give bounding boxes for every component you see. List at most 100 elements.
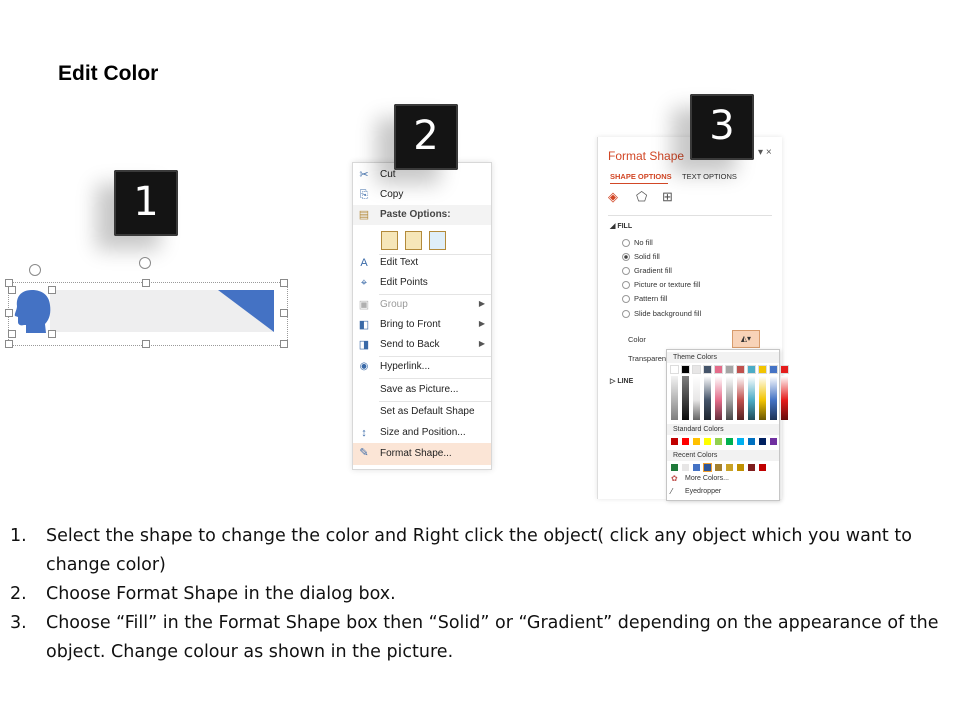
color-picker-button[interactable]: ◭▾ — [732, 330, 760, 348]
standard-color-swatch[interactable] — [748, 438, 755, 445]
theme-shade-swatches[interactable] — [781, 376, 788, 420]
theme-color-swatch[interactable] — [725, 365, 734, 374]
standard-color-swatch[interactable] — [726, 438, 733, 445]
step-badge-3: 3 — [690, 94, 754, 160]
rotate-handle-icon[interactable] — [139, 257, 151, 269]
resize-handle[interactable] — [280, 279, 288, 287]
submenu-arrow-icon: ▶ — [478, 319, 485, 328]
theme-color-swatch[interactable] — [780, 365, 789, 374]
recent-color-swatch[interactable] — [671, 464, 678, 471]
theme-shade-swatches[interactable] — [671, 376, 678, 420]
paint-bucket-icon: ◭▾ — [740, 334, 752, 343]
theme-shade-swatches[interactable] — [693, 376, 700, 420]
theme-shade-swatches[interactable] — [704, 376, 711, 420]
radio-gradient-fill[interactable]: Gradient fill — [622, 266, 672, 278]
menu-item-edit-points[interactable]: ⌖ Edit Points — [353, 273, 491, 293]
fill-section-header[interactable]: ◢ FILL — [610, 222, 632, 230]
effects-icon[interactable]: ⬠ — [636, 189, 647, 205]
recent-color-swatch[interactable] — [726, 464, 733, 471]
menu-item-format-shape[interactable]: ✎ Format Shape... — [353, 443, 491, 465]
radio-button[interactable] — [622, 267, 630, 276]
pane-options-icon[interactable]: ▾ — [758, 147, 763, 158]
theme-shade-swatches[interactable] — [759, 376, 766, 420]
theme-shade-swatches[interactable] — [737, 376, 744, 420]
pane-controls: ▾ × — [758, 147, 772, 158]
radio-picture-fill[interactable]: Picture or texture fill — [622, 280, 700, 292]
instruction-list: 1. Select the shape to change the color … — [10, 522, 940, 667]
menu-item-set-default-shape[interactable]: Set as Default Shape — [353, 402, 491, 422]
recent-color-swatch[interactable] — [737, 464, 744, 471]
standard-color-swatch[interactable] — [759, 438, 766, 445]
theme-shade-swatches[interactable] — [715, 376, 722, 420]
resize-handle[interactable] — [142, 279, 150, 287]
menu-item-edit-text[interactable]: A Edit Text — [353, 253, 491, 273]
recent-color-swatch[interactable] — [693, 464, 700, 471]
theme-shade-swatches[interactable] — [748, 376, 755, 420]
menu-item-bring-to-front[interactable]: ◧ Bring to Front ▶ — [353, 315, 491, 335]
line-section-header[interactable]: ▷ LINE — [610, 377, 633, 385]
theme-color-swatch[interactable] — [670, 365, 679, 374]
standard-color-swatch[interactable] — [682, 438, 689, 445]
scissors-icon: ✂ — [359, 169, 369, 181]
theme-color-swatch[interactable] — [714, 365, 723, 374]
theme-color-swatch[interactable] — [769, 365, 778, 374]
resize-handle[interactable] — [8, 330, 16, 338]
eyedropper-link[interactable]: Eyedropper — [685, 488, 721, 495]
menu-item-save-as-picture[interactable]: Save as Picture... — [353, 380, 491, 400]
standard-color-swatch[interactable] — [693, 438, 700, 445]
theme-color-swatch[interactable] — [747, 365, 756, 374]
menu-item-copy[interactable]: ⎘ Copy — [353, 185, 491, 205]
theme-shade-swatches[interactable] — [682, 376, 689, 420]
resize-handle[interactable] — [280, 309, 288, 317]
menu-item-paste-options: ▤ Paste Options: — [353, 205, 491, 225]
resize-handle[interactable] — [48, 330, 56, 338]
close-icon[interactable]: × — [766, 147, 772, 158]
radio-button[interactable] — [622, 310, 630, 319]
recent-color-swatch[interactable] — [703, 463, 712, 472]
radio-slide-background-fill[interactable]: Slide background fill — [622, 309, 701, 321]
more-colors-link[interactable]: More Colors... — [685, 475, 729, 482]
theme-color-swatch[interactable] — [703, 365, 712, 374]
fill-line-icon[interactable]: ◈ — [608, 189, 618, 205]
theme-shade-swatches[interactable] — [726, 376, 733, 420]
recent-color-swatch[interactable] — [682, 464, 689, 471]
resize-handle[interactable] — [280, 340, 288, 348]
menu-item-hyperlink[interactable]: ◉ Hyperlink... — [353, 357, 491, 377]
paste-keep-format-icon[interactable] — [381, 231, 398, 250]
radio-button[interactable] — [622, 239, 630, 248]
standard-color-swatch[interactable] — [770, 438, 777, 445]
radio-pattern-fill[interactable]: Pattern fill — [622, 294, 667, 306]
menu-item-size-position[interactable]: ↕ Size and Position... — [353, 423, 491, 443]
recent-color-swatch[interactable] — [748, 464, 755, 471]
recent-color-swatch[interactable] — [759, 464, 766, 471]
theme-color-swatch[interactable] — [758, 365, 767, 374]
copy-icon: ⎘ — [359, 189, 369, 201]
theme-shade-swatches[interactable] — [770, 376, 777, 420]
standard-color-swatch[interactable] — [737, 438, 744, 445]
recent-color-swatch[interactable] — [715, 464, 722, 471]
resize-handle[interactable] — [142, 340, 150, 348]
radio-no-fill[interactable]: No fill — [622, 238, 653, 250]
menu-item-send-to-back[interactable]: ◨ Send to Back ▶ — [353, 335, 491, 355]
theme-color-swatch[interactable] — [692, 365, 701, 374]
resize-handle[interactable] — [5, 309, 13, 317]
resize-handle[interactable] — [8, 286, 16, 294]
radio-button[interactable] — [622, 281, 630, 290]
standard-color-swatch[interactable] — [704, 438, 711, 445]
rotate-handle-icon[interactable] — [29, 264, 41, 276]
size-properties-icon[interactable]: ⊞ — [662, 189, 673, 205]
radio-solid-fill[interactable]: Solid fill — [622, 252, 660, 264]
standard-color-swatch[interactable] — [671, 438, 678, 445]
theme-color-swatch[interactable] — [736, 365, 745, 374]
radio-button[interactable] — [622, 295, 630, 304]
tab-shape-options[interactable]: SHAPE OPTIONS — [610, 172, 672, 181]
theme-color-swatch[interactable] — [681, 365, 690, 374]
radio-button[interactable] — [622, 253, 630, 262]
paste-picture-icon[interactable] — [429, 231, 446, 250]
resize-handle[interactable] — [48, 286, 56, 294]
resize-handle[interactable] — [5, 340, 13, 348]
paste-merge-format-icon[interactable] — [405, 231, 422, 250]
instruction-step: 3. Choose “Fill” in the Format Shape box… — [10, 613, 939, 662]
tab-text-options[interactable]: TEXT OPTIONS — [682, 172, 737, 181]
standard-color-swatch[interactable] — [715, 438, 722, 445]
